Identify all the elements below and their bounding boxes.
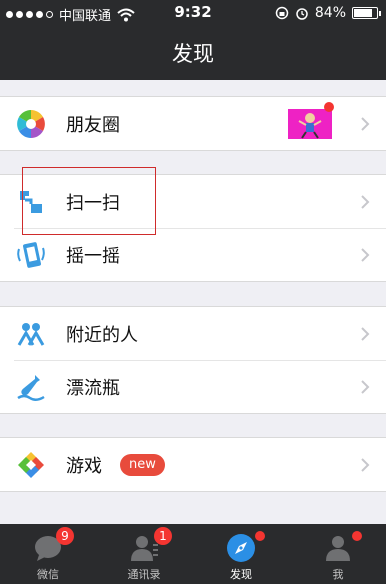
- page-title: 发现: [172, 42, 214, 66]
- list-item-drift-bottle[interactable]: 漂流瓶: [0, 360, 386, 413]
- group-moments: 朋友圈: [0, 96, 386, 151]
- list-item-shake[interactable]: 摇一摇: [0, 228, 386, 281]
- tab-label: 我: [332, 568, 344, 581]
- tab-label: 微信: [37, 568, 59, 581]
- group-games: 游戏 new: [0, 437, 386, 492]
- unread-badge: 9: [56, 527, 74, 545]
- shake-icon: [17, 242, 45, 268]
- lock-rotation-icon: [275, 6, 289, 20]
- list-item-label: 朋友圈: [66, 115, 120, 136]
- tab-me[interactable]: 我: [290, 524, 386, 584]
- chevron-right-icon: [361, 458, 370, 472]
- status-right: 84%: [275, 5, 381, 21]
- tab-chats[interactable]: 9 微信: [0, 524, 96, 584]
- chevron-right-icon: [361, 248, 370, 262]
- chevron-right-icon: [361, 327, 370, 341]
- unread-badge: 1: [154, 527, 172, 545]
- new-badge: new: [120, 454, 165, 476]
- people-nearby-icon: [17, 323, 45, 346]
- top-bar: 中国联通 9:32 84% 发现: [0, 0, 386, 80]
- tab-contacts[interactable]: 1 通讯录: [96, 524, 192, 584]
- games-icon: [18, 452, 44, 478]
- list-item-label: 漂流瓶: [66, 378, 120, 399]
- chevron-right-icon: [361, 195, 370, 209]
- moments-icon: [17, 110, 45, 138]
- tab-bar: 9 微信 1 通讯录 发现 我: [0, 524, 386, 584]
- group-nearby-bottle: 附近的人 漂流瓶: [0, 306, 386, 414]
- battery-percent: 84%: [314, 5, 346, 21]
- tab-label: 发现: [230, 568, 252, 581]
- status-bar: 中国联通 9:32 84%: [0, 0, 386, 26]
- chevron-right-icon: [361, 380, 370, 394]
- drift-bottle-icon: [17, 375, 45, 401]
- me-icon: [326, 536, 350, 561]
- list-item-games[interactable]: 游戏 new: [0, 438, 386, 491]
- list-item-label: 附近的人: [66, 325, 138, 346]
- list-item-people-nearby[interactable]: 附近的人: [0, 307, 386, 360]
- list-item-label: 游戏: [66, 456, 102, 477]
- compass-icon: [227, 534, 255, 562]
- alarm-icon: [296, 8, 308, 20]
- me-red-dot: [352, 531, 362, 541]
- tab-label: 通讯录: [127, 568, 161, 581]
- highlight-box: [22, 167, 156, 235]
- battery-icon: [352, 7, 381, 19]
- moments-thumbnail: [288, 109, 332, 139]
- discover-red-dot: [255, 531, 265, 541]
- tab-discover[interactable]: 发现: [193, 524, 289, 584]
- list-item-moments[interactable]: 朋友圈: [0, 97, 386, 150]
- moments-red-dot: [324, 102, 334, 112]
- chevron-right-icon: [361, 117, 370, 131]
- list-item-label: 摇一摇: [66, 246, 120, 267]
